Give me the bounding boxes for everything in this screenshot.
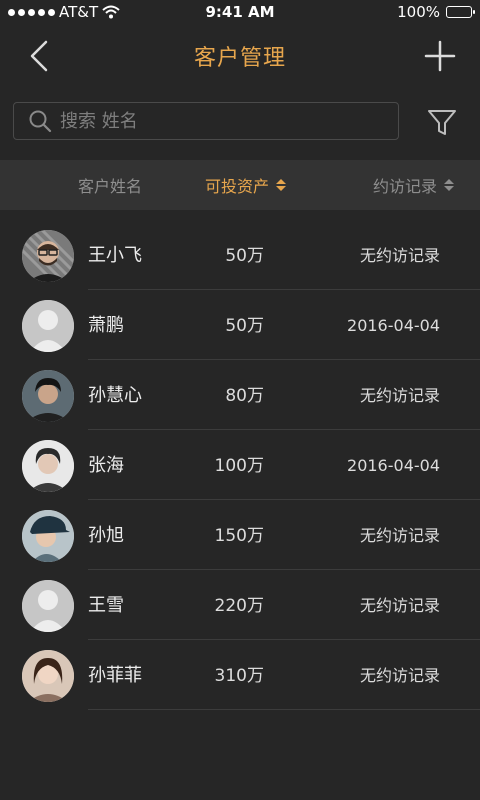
battery-percent: 100% [397,3,440,21]
client-visit: 2016-04-04 [347,316,440,335]
client-assets: 80万 [225,386,264,406]
client-visit: 无约访记录 [359,246,440,265]
status-bar: AT&T 9:41 AM 100% [0,0,480,24]
client-visit: 无约访记录 [359,386,440,405]
avatar [22,300,74,352]
client-row[interactable]: 萧鹏 50万 2016-04-04 [0,290,480,360]
client-name: 张海 [88,455,124,476]
status-left: AT&T [8,3,120,21]
signal-strength-icon [8,8,55,16]
column-header-name[interactable]: 客户姓名 [78,160,142,210]
client-row[interactable]: 王小飞 50万 无约访记录 [0,220,480,290]
client-name: 萧鹏 [88,315,124,336]
avatar [22,510,74,562]
client-name: 孙菲菲 [88,665,142,686]
client-visit: 无约访记录 [359,666,440,685]
client-visit: 无约访记录 [359,526,440,545]
wifi-icon [102,5,120,19]
filter-icon[interactable] [424,104,460,140]
client-assets: 50万 [225,246,264,266]
client-name: 王小飞 [88,245,142,266]
avatar [22,440,74,492]
avatar [22,230,74,282]
page-title: 客户管理 [193,46,286,71]
carrier-label: AT&T [59,3,99,21]
battery-icon [446,6,475,18]
client-assets: 150万 [214,526,264,546]
sort-icon [444,179,454,191]
column-header-assets-label: 可投资产 [205,177,270,196]
nav-bar: 客户管理 [0,24,480,88]
status-right: 100% [397,3,475,21]
client-row[interactable]: 孙慧心 80万 无约访记录 [0,360,480,430]
sort-icon [276,179,287,191]
column-header-visit-label: 约访记录 [372,177,437,196]
client-visit: 无约访记录 [359,596,440,615]
client-name: 王雪 [88,595,124,616]
client-row[interactable]: 张海 100万 2016-04-04 [0,430,480,500]
column-header-visit[interactable]: 约访记录 [373,160,454,210]
client-visit: 2016-04-04 [347,456,440,475]
column-header-assets[interactable]: 可投资产 [205,160,287,210]
client-assets: 220万 [214,596,264,616]
client-assets: 100万 [214,456,264,476]
client-list: 王小飞 50万 无约访记录 萧鹏 50万 2016-04-04 孙慧心 80万 … [0,220,480,710]
client-name: 孙慧心 [88,385,142,406]
avatar [22,650,74,702]
avatar [22,370,74,422]
search-input[interactable] [60,110,380,132]
column-header-name-label: 客户姓名 [78,177,143,196]
table-header: 客户姓名 可投资产 约访记录 [0,160,480,210]
chevron-left-icon[interactable] [22,38,58,74]
search-box[interactable] [13,102,399,140]
plus-icon[interactable] [422,38,458,74]
search-icon [29,110,52,133]
avatar [22,580,74,632]
client-row[interactable]: 孙旭 150万 无约访记录 [0,500,480,570]
client-row[interactable]: 孙菲菲 310万 无约访记录 [0,640,480,710]
client-row[interactable]: 王雪 220万 无约访记录 [0,570,480,640]
client-assets: 50万 [225,316,264,336]
client-assets: 310万 [214,666,264,686]
client-name: 孙旭 [88,525,124,546]
